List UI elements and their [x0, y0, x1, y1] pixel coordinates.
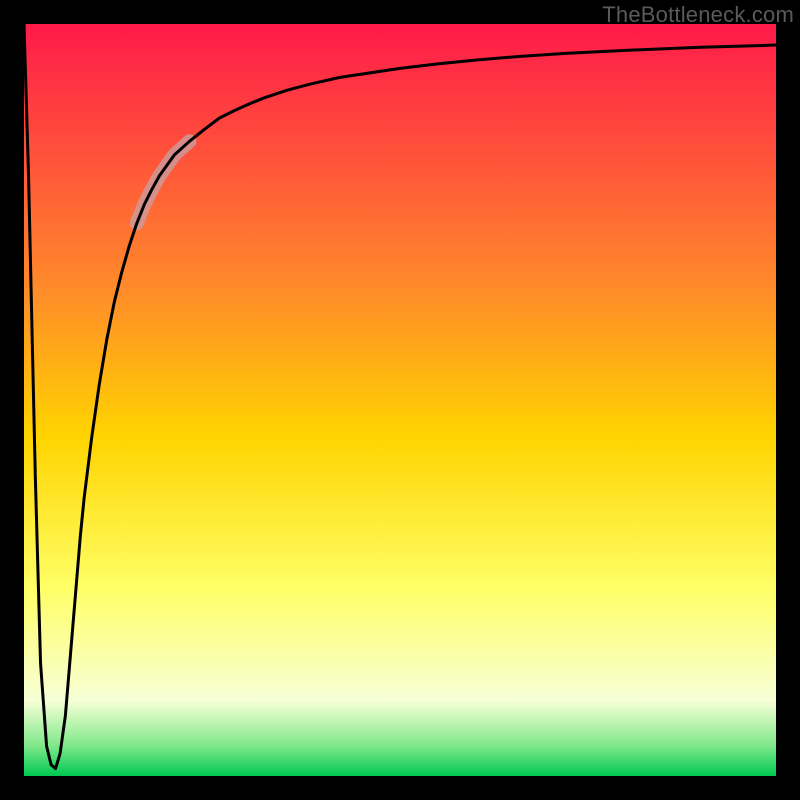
chart-frame: TheBottleneck.com [0, 0, 800, 800]
plot-svg [24, 24, 776, 776]
plot-area [24, 24, 776, 776]
gradient-background [24, 24, 776, 776]
